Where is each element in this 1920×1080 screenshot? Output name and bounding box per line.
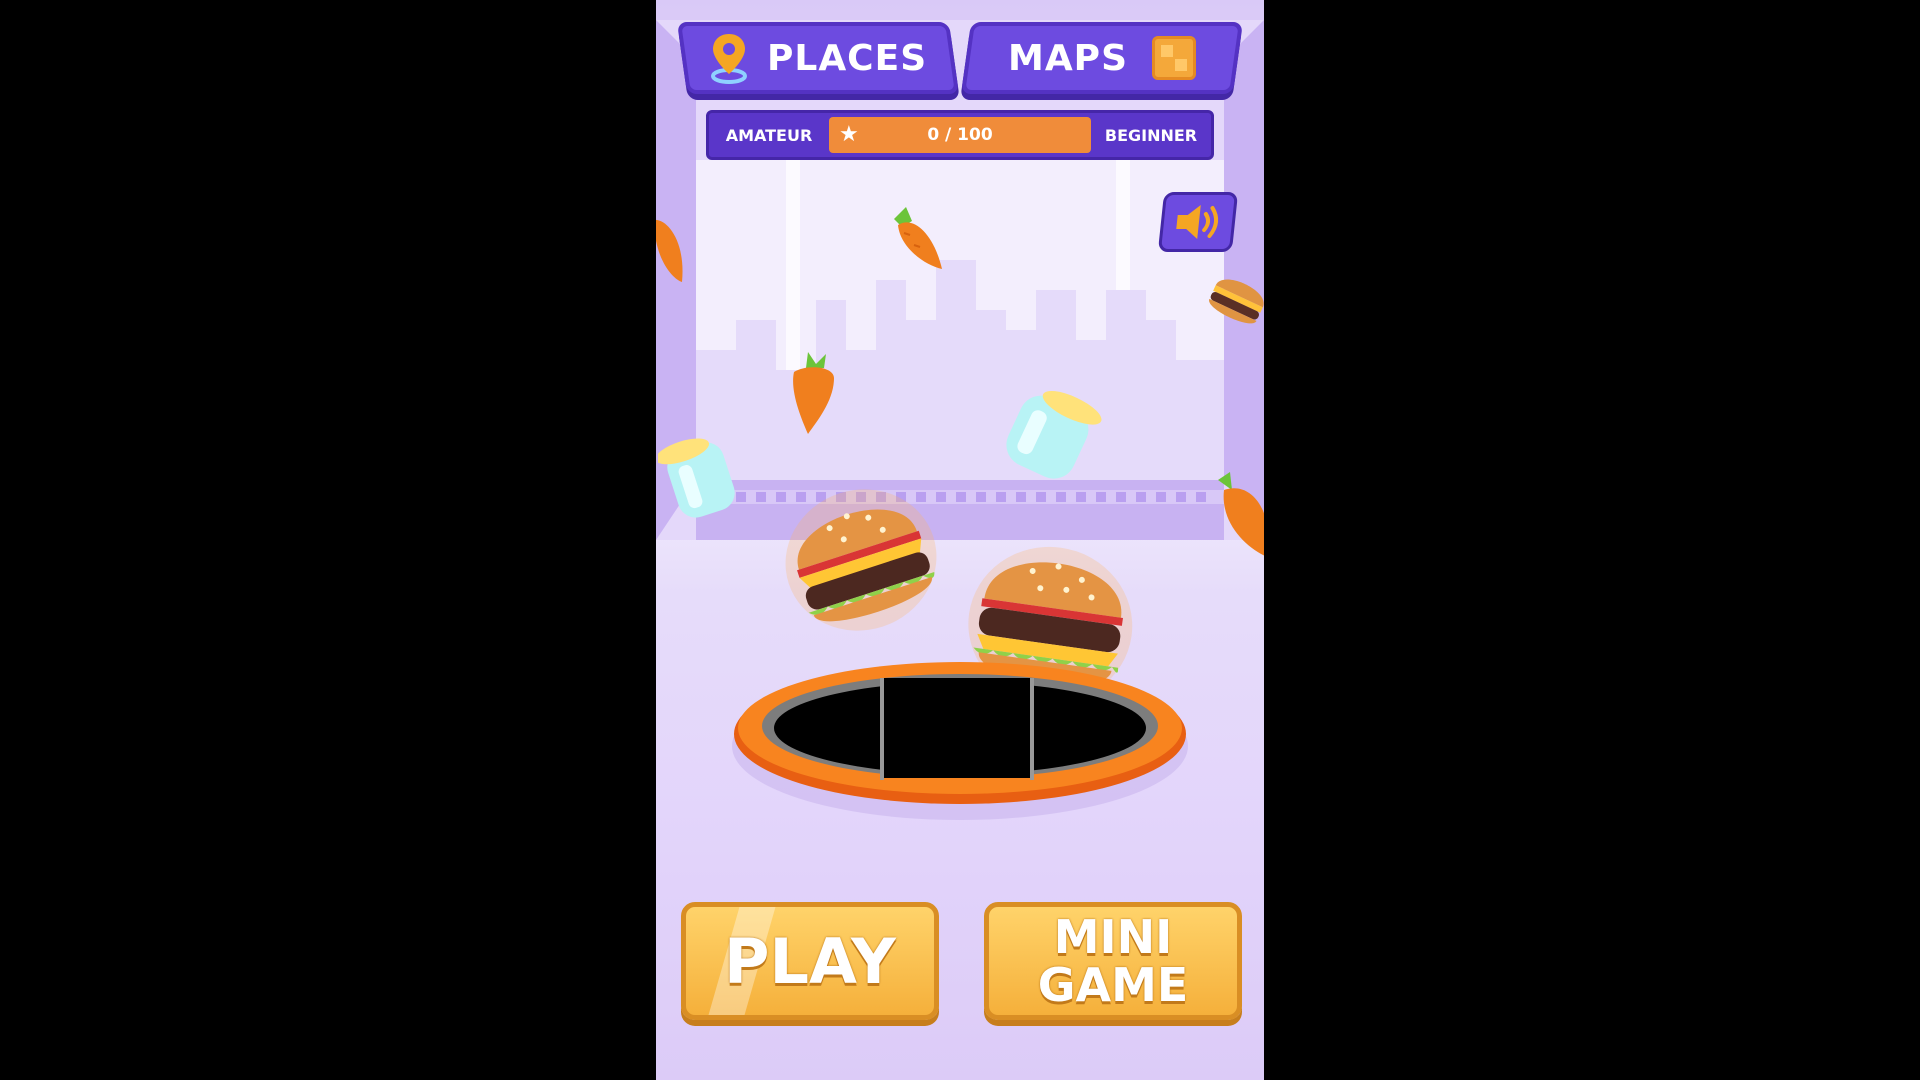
- room-background: [656, 20, 1264, 540]
- maps-label: MAPS: [1008, 37, 1128, 79]
- level-progress-bar: AMATEUR ★ 0 / 100 BEGINNER: [706, 110, 1214, 160]
- map-icon: [1152, 36, 1196, 80]
- mini-game-label-line1: MINI: [1053, 910, 1173, 964]
- carrot-right-edge: [1218, 472, 1264, 556]
- speaker-icon: [1176, 205, 1219, 239]
- burger-small-right: [1209, 279, 1264, 324]
- game-screen: PLACES MAPS AMATEUR ★ 0 / 100 BEGINNER P…: [656, 0, 1264, 1080]
- mini-game-label-line2: GAME: [1037, 958, 1189, 1012]
- current-rank-label: AMATEUR: [725, 125, 813, 145]
- star-icon: ★: [839, 122, 859, 147]
- play-button[interactable]: PLAY: [681, 902, 939, 1020]
- jar-left: [658, 438, 735, 518]
- places-button[interactable]: PLACES: [676, 22, 960, 94]
- play-label: PLAY: [724, 924, 896, 998]
- progress-text: 0 / 100: [927, 125, 993, 145]
- jar-right: [1006, 390, 1102, 479]
- mini-game-button[interactable]: MINI GAME: [984, 902, 1242, 1020]
- carrot-top: [894, 207, 942, 269]
- progress-track: ★ 0 / 100: [829, 117, 1091, 153]
- maps-button[interactable]: MAPS: [960, 22, 1244, 94]
- map-pin-icon: [710, 34, 747, 84]
- sound-toggle-button[interactable]: [1157, 192, 1239, 252]
- black-hole: [732, 662, 1188, 820]
- carrot-middle: [793, 352, 834, 434]
- places-label: PLACES: [766, 37, 928, 79]
- burger-left: [785, 489, 937, 631]
- carrot-left-edge: [656, 220, 683, 282]
- next-rank-label: BEGINNER: [1104, 125, 1198, 145]
